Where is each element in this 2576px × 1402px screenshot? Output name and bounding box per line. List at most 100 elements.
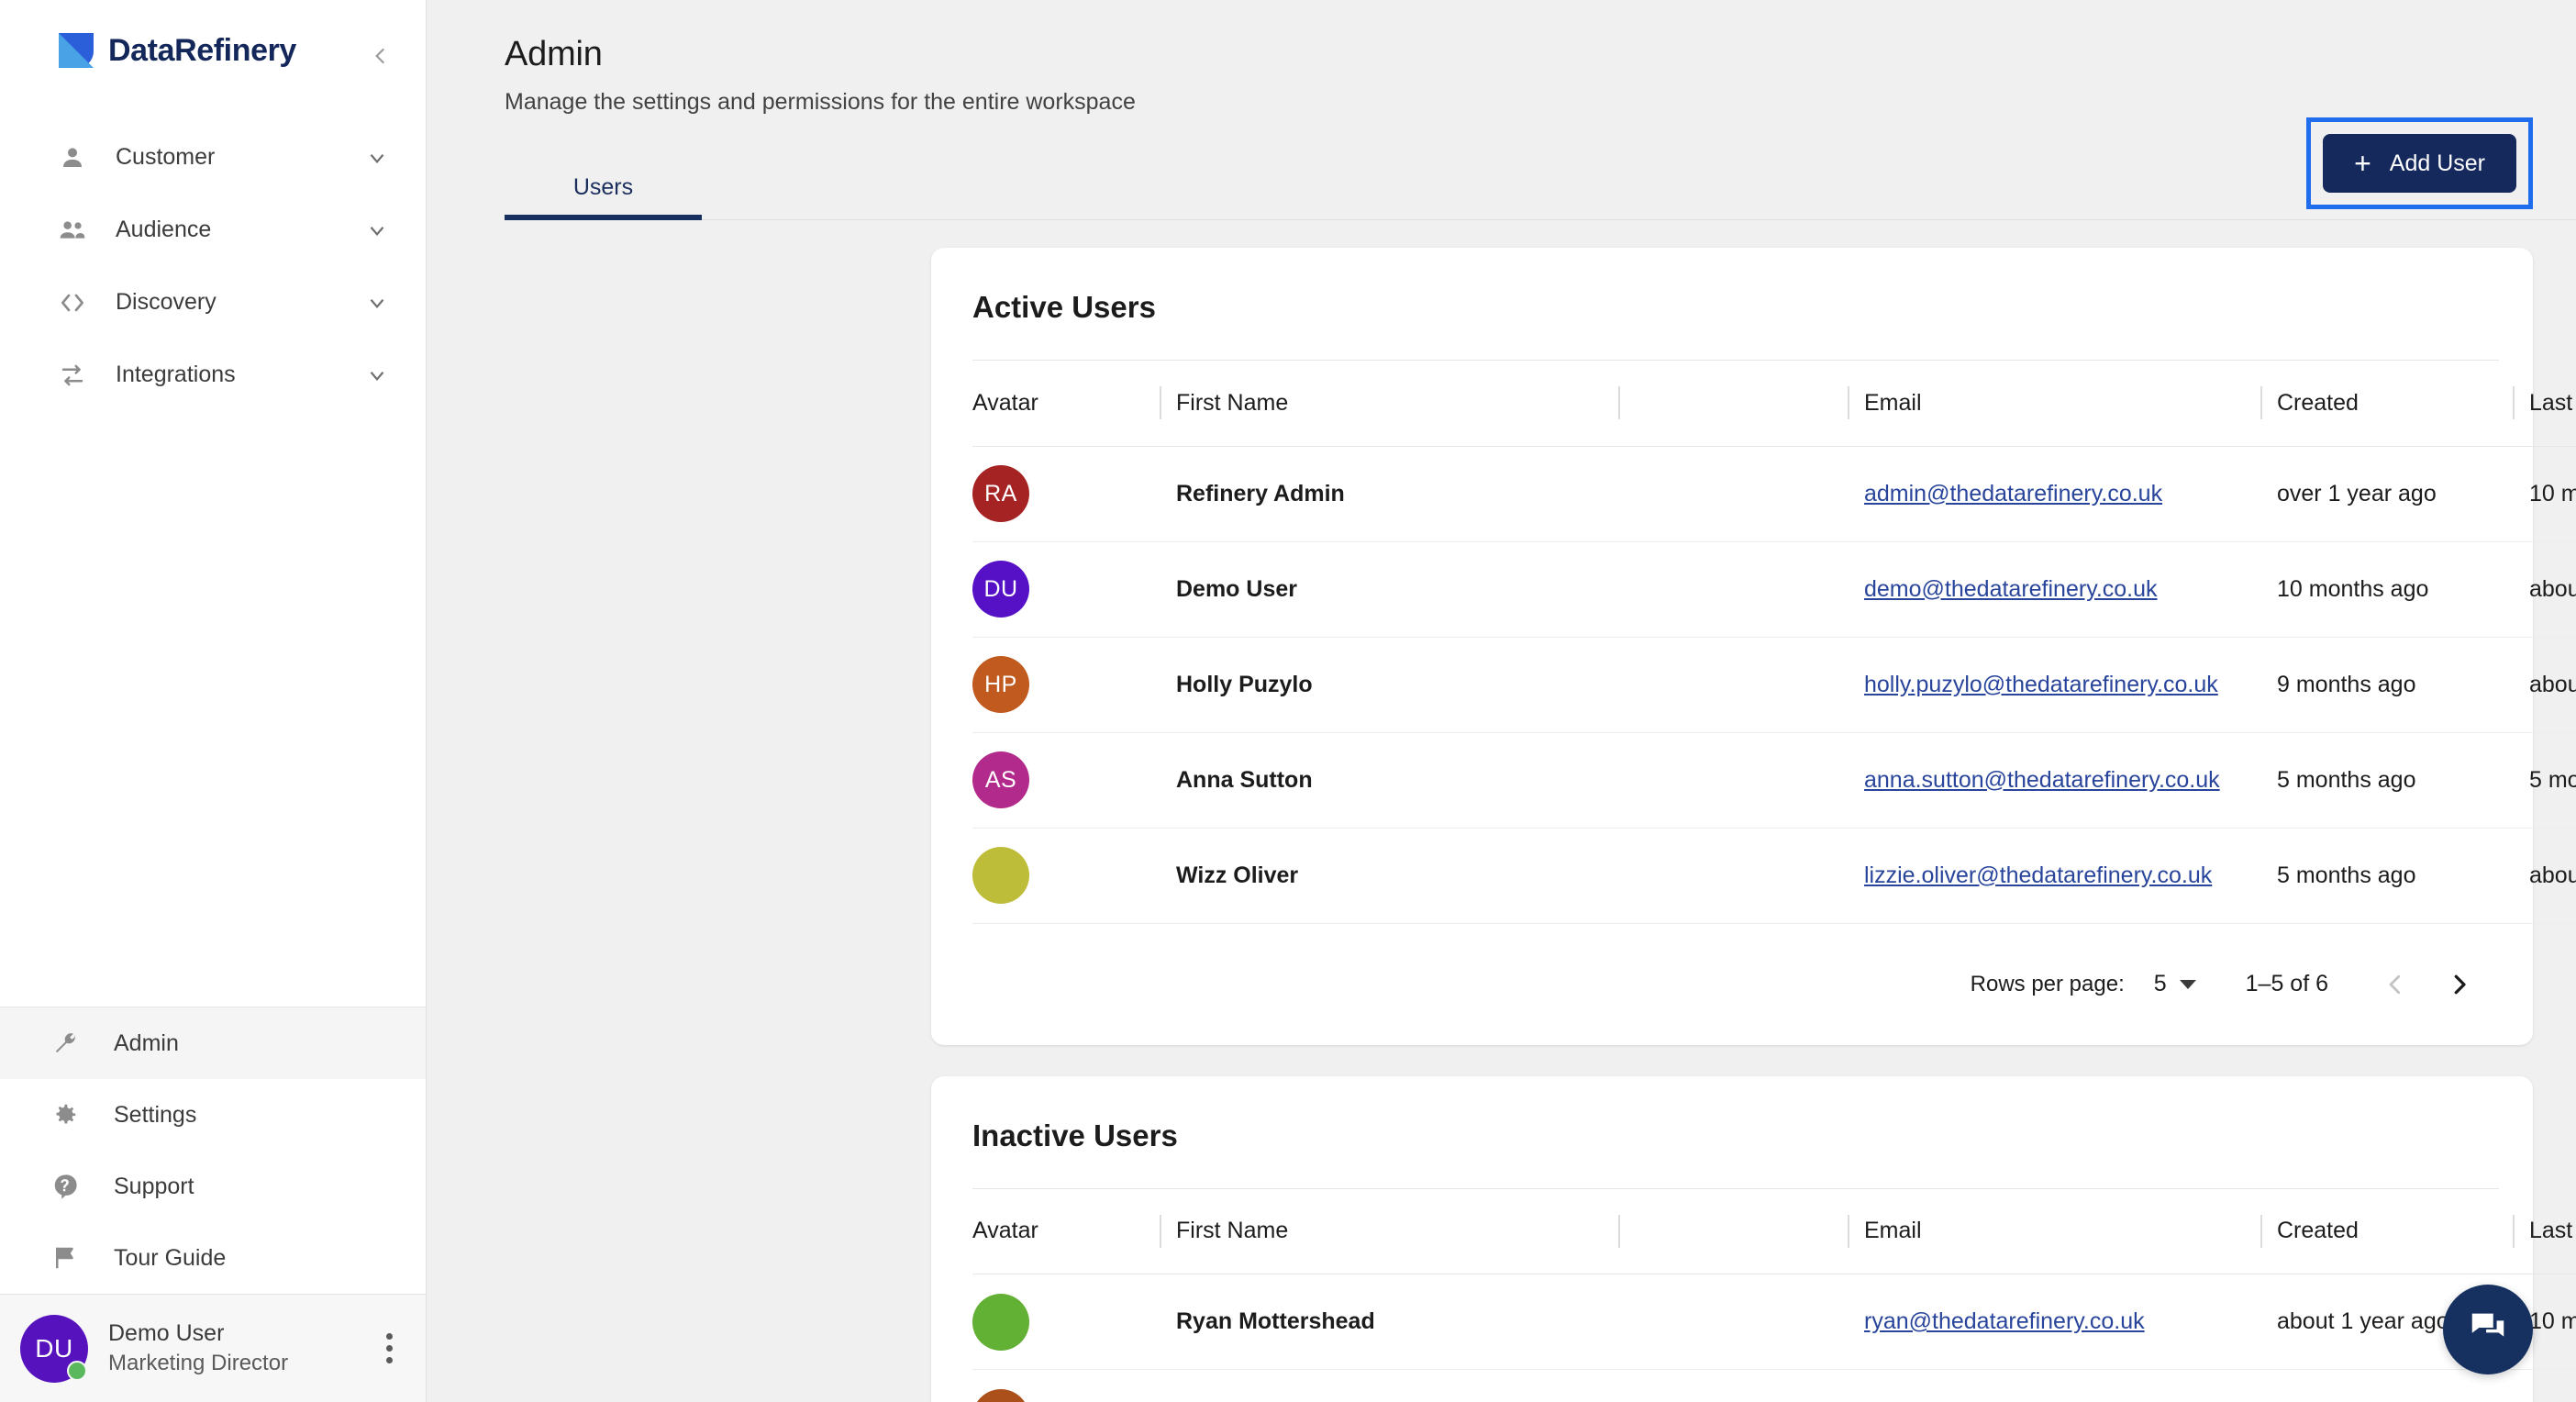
add-user-button[interactable]: + Add User [2323, 134, 2516, 193]
column-header-last-login: Last login [2513, 1188, 2576, 1274]
cell-avatar: DU [972, 541, 1160, 638]
sidebar-item-label: Integrations [116, 362, 236, 387]
column-header-blank [1618, 1188, 1848, 1274]
table-header-row: Avatar First Name Email Created Last log… [972, 1188, 2576, 1274]
email-link[interactable]: holly.puzylo@thedatarefinery.co.uk [1864, 672, 2218, 697]
avatar: DU [972, 561, 1029, 618]
chevron-down-icon[interactable] [365, 146, 389, 170]
cell-email[interactable]: holly.puzylo@thedatarefinery.co.uk [1848, 637, 2260, 733]
sidebar-user-profile[interactable]: DU Demo User Marketing Director [0, 1294, 426, 1402]
tab-label: Users [572, 174, 634, 200]
email-link[interactable]: admin@thedatarefinery.co.uk [1864, 481, 2162, 506]
cell-email[interactable]: admin@thedatarefinery.co.uk [1848, 446, 2260, 542]
card-title: Active Users [972, 290, 1156, 324]
table-row[interactable]: HP Holly Puzylo holly.puzylo@thedatarefi… [972, 637, 2576, 733]
person-icon [53, 144, 92, 172]
cell-last-login: about 2 months ago [2513, 637, 2576, 733]
help-icon [46, 1173, 84, 1200]
profile-name: Demo User [108, 1320, 225, 1346]
sidebar-item-settings[interactable]: Settings [0, 1079, 426, 1151]
email-link[interactable]: ryan@thedatarefinery.co.uk [1864, 1308, 2145, 1334]
cell-avatar: AS [972, 732, 1160, 829]
table-row[interactable]: RA Refinery Admin admin@thedatarefinery.… [972, 446, 2576, 542]
email-link[interactable]: demo@thedatarefinery.co.uk [1864, 576, 2158, 602]
brand-name: DataRefinery [108, 32, 296, 68]
active-users-table: Avatar First Name Email Created Last log… [972, 361, 2576, 924]
column-header-email: Email [1848, 1188, 2260, 1274]
cell-avatar [972, 1274, 1160, 1370]
cell-name: Wizz Oliver [1160, 828, 1618, 924]
sidebar-item-audience[interactable]: Audience [0, 194, 426, 266]
cell-email[interactable]: anna.sutton@thedatarefinery.co.uk [1848, 732, 2260, 829]
sidebar-item-discovery[interactable]: Discovery [0, 266, 426, 339]
sidebar-item-tour-guide[interactable]: Tour Guide [0, 1222, 426, 1294]
flag-icon [46, 1244, 84, 1272]
chat-widget-button[interactable] [2443, 1285, 2533, 1374]
kebab-menu-icon[interactable] [386, 1333, 393, 1363]
table-row[interactable]: Wizz Oliver lizzie.oliver@thedatarefiner… [972, 828, 2576, 924]
sidebar-item-label: Tour Guide [114, 1244, 227, 1271]
avatar: AS [972, 751, 1029, 808]
pagination-next-button[interactable] [2429, 954, 2490, 1015]
column-header-first-name: First Name [1160, 361, 1618, 447]
sidebar-item-customer[interactable]: Customer [0, 121, 426, 194]
cell-email[interactable]: chris@sidestep.tech [1848, 1369, 2260, 1402]
tab-users[interactable]: Users [505, 156, 702, 220]
rows-per-page-select[interactable]: 5 [2154, 971, 2196, 997]
datarefinery-logo-icon [57, 31, 95, 70]
chevron-down-icon[interactable] [365, 218, 389, 242]
page-title: Admin [505, 35, 603, 73]
sidebar-item-label: Support [114, 1173, 194, 1199]
cell-name: Chris Wintle [1160, 1369, 1618, 1402]
chevron-down-icon[interactable] [365, 363, 389, 387]
cell-created: over 1 year ago [2260, 446, 2513, 542]
chat-bubble-icon [2467, 1307, 2509, 1353]
sidebar-collapse-button[interactable] [365, 40, 396, 72]
sidebar-item-label: Customer [116, 144, 216, 170]
avatar [972, 1388, 1029, 1402]
app-root: DataRefinery Customer Audience Discovery… [0, 0, 2576, 1402]
cell-blank [1618, 1274, 1848, 1370]
add-user-focus-ring: + Add User [2306, 117, 2533, 209]
table-head: Avatar First Name Email Created Last log… [972, 1188, 2576, 1274]
cell-created: 9 months ago [2260, 637, 2513, 733]
sidebar-item-admin[interactable]: Admin [0, 1007, 426, 1079]
cell-email[interactable]: ryan@thedatarefinery.co.uk [1848, 1274, 2260, 1370]
cell-avatar: HP [972, 637, 1160, 733]
cell-last-login: 5 months ago [2513, 732, 2576, 829]
main-content: Admin Manage the settings and permission… [427, 0, 2576, 1402]
chevron-down-icon[interactable] [365, 291, 389, 315]
table-row[interactable]: DU Demo User demo@thedatarefinery.co.uk … [972, 541, 2576, 638]
rows-per-page-value: 5 [2153, 971, 2167, 996]
table-row[interactable]: Ryan Mottershead ryan@thedatarefinery.co… [972, 1274, 2576, 1370]
sidebar-item-support[interactable]: Support [0, 1151, 426, 1222]
cell-email[interactable]: lizzie.oliver@thedatarefinery.co.uk [1848, 828, 2260, 924]
column-header-last-login: Last login [2513, 361, 2576, 447]
pagination-prev-button[interactable] [2365, 954, 2426, 1015]
sidebar-nav-primary: Customer Audience Discovery Integrations [0, 121, 426, 411]
page-header: Admin Manage the settings and permission… [427, 0, 2576, 116]
add-user-label: Add User [2389, 150, 2485, 176]
avatar [972, 1293, 1029, 1351]
cell-avatar [972, 1369, 1160, 1402]
cell-blank [1618, 1369, 1848, 1402]
brand-logo[interactable]: DataRefinery [0, 0, 426, 101]
table-row[interactable]: Chris Wintle chris@sidestep.tech 4 month… [972, 1369, 2576, 1402]
sidebar-item-integrations[interactable]: Integrations [0, 339, 426, 411]
cell-name: Demo User [1160, 541, 1618, 638]
column-header-avatar: Avatar [972, 1188, 1160, 1274]
cell-created: 4 months ago [2260, 1369, 2513, 1402]
email-link[interactable]: anna.sutton@thedatarefinery.co.uk [1864, 767, 2220, 793]
cell-email[interactable]: demo@thedatarefinery.co.uk [1848, 541, 2260, 638]
cell-last-login: about 2 months ago [2513, 828, 2576, 924]
pagination-bar: Rows per page: 5 1–5 of 6 [972, 924, 2499, 1045]
cell-name: Ryan Mottershead [1160, 1274, 1618, 1370]
email-link[interactable]: lizzie.oliver@thedatarefinery.co.uk [1864, 862, 2212, 888]
cell-blank [1618, 541, 1848, 638]
cell-created: 5 months ago [2260, 732, 2513, 829]
avatar [972, 847, 1029, 904]
sidebar-item-label: Settings [114, 1101, 197, 1128]
table-row[interactable]: AS Anna Sutton anna.sutton@thedatarefine… [972, 732, 2576, 829]
people-icon [53, 216, 92, 245]
